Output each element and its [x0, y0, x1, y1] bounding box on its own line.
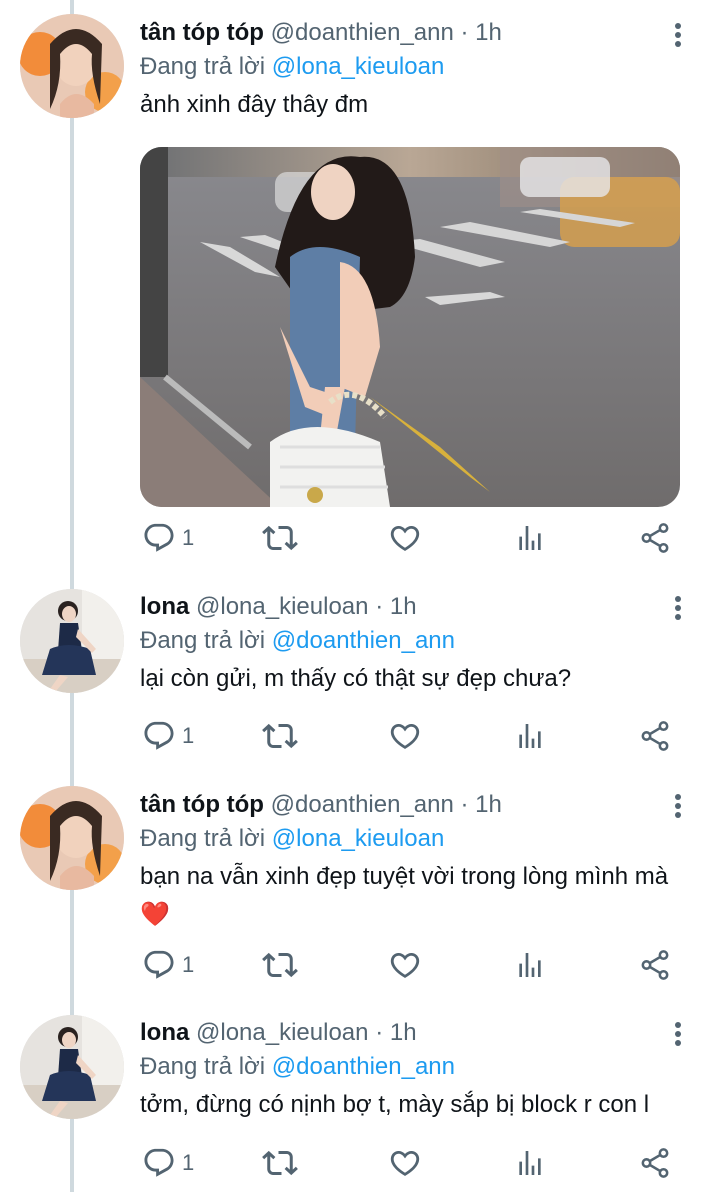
timestamp[interactable]: 1h	[390, 593, 417, 620]
views-button[interactable]	[514, 716, 546, 756]
reply-count: 1	[182, 1150, 195, 1175]
avatar-lona[interactable]	[20, 1015, 124, 1119]
share-icon	[641, 523, 669, 553]
timestamp[interactable]: 1h	[475, 791, 502, 818]
share-button[interactable]	[638, 518, 672, 558]
like-button[interactable]	[388, 518, 422, 558]
tweet-text: bạn na vẫn xinh đẹp tuyệt vời trong lòng…	[140, 863, 669, 890]
analytics-icon	[519, 724, 541, 748]
mention-link[interactable]: @doanthien_ann	[272, 627, 455, 654]
handle[interactable]: @lona_kieuloan	[196, 1019, 369, 1046]
more-vertical-icon[interactable]	[672, 1019, 684, 1049]
views-button[interactable]	[514, 1143, 546, 1183]
action-bar: 1	[140, 716, 680, 756]
share-icon	[641, 1148, 669, 1178]
action-bar: 1	[140, 945, 680, 985]
replying-to-label: Đang trả lời	[140, 1053, 266, 1080]
mention-link[interactable]: @lona_kieuloan	[272, 825, 445, 852]
replying-to-label: Đang trả lời	[140, 53, 266, 80]
retweet-button[interactable]	[262, 945, 298, 985]
handle[interactable]: @doanthien_ann	[271, 19, 454, 46]
display-name[interactable]: lona	[140, 593, 189, 620]
retweet-icon	[262, 952, 298, 978]
views-button[interactable]	[514, 945, 546, 985]
avatar-doanthien[interactable]	[20, 786, 124, 890]
replying-to-label: Đang trả lời	[140, 627, 266, 654]
share-button[interactable]	[638, 1143, 672, 1183]
timestamp[interactable]: 1h	[390, 1019, 417, 1046]
heart-icon	[390, 1150, 420, 1176]
display-name[interactable]: lona	[140, 1019, 189, 1046]
analytics-icon	[519, 526, 541, 550]
retweet-icon	[262, 1150, 298, 1176]
separator-dot: ·	[460, 791, 469, 818]
display-name[interactable]: tân tóp tóp	[140, 19, 264, 46]
mention-link[interactable]: @doanthien_ann	[272, 1053, 455, 1080]
more-vertical-icon[interactable]	[672, 593, 684, 623]
retweet-button[interactable]	[262, 1143, 298, 1183]
handle[interactable]: @doanthien_ann	[271, 791, 454, 818]
separator-dot: ·	[375, 1019, 384, 1046]
separator-dot: ·	[375, 593, 384, 620]
separator-dot: ·	[460, 19, 469, 46]
timestamp[interactable]: 1h	[475, 19, 502, 46]
retweet-button[interactable]	[262, 716, 298, 756]
avatar-doanthien[interactable]	[20, 14, 124, 118]
more-vertical-icon[interactable]	[672, 791, 684, 821]
share-button[interactable]	[638, 945, 672, 985]
share-icon	[641, 950, 669, 980]
heart-icon	[390, 525, 420, 551]
analytics-icon	[519, 1151, 541, 1175]
like-button[interactable]	[388, 1143, 422, 1183]
tweet-text: ảnh xinh đây thây đm	[140, 91, 369, 118]
share-icon	[641, 721, 669, 751]
retweet-icon	[262, 525, 298, 551]
action-bar: 1	[140, 1143, 680, 1183]
like-button[interactable]	[388, 716, 422, 756]
retweet-button[interactable]	[262, 518, 298, 558]
reply-icon	[144, 721, 174, 750]
analytics-icon	[519, 953, 541, 977]
reply-count: 1	[182, 525, 195, 550]
tweet-text: lại còn gửi, m thấy có thật sự đẹp chưa?	[140, 665, 572, 692]
replying-to-label: Đang trả lời	[140, 825, 266, 852]
tweet-text: tởm, đừng có nịnh bợ t, mày sắp bị block…	[140, 1091, 650, 1118]
reply-count: 1	[182, 952, 195, 977]
tweet-photo[interactable]	[140, 147, 680, 507]
reply-icon	[144, 523, 174, 552]
reply-button[interactable]: 1	[142, 945, 194, 985]
reply-icon	[144, 950, 174, 979]
retweet-icon	[262, 723, 298, 749]
views-button[interactable]	[514, 518, 546, 558]
reply-count: 1	[182, 723, 195, 748]
heart-icon	[390, 723, 420, 749]
red-heart-emoji: ❤️	[140, 901, 170, 928]
reply-button[interactable]: 1	[142, 518, 194, 558]
display-name[interactable]: tân tóp tóp	[140, 791, 264, 818]
reply-button[interactable]: 1	[142, 1143, 194, 1183]
reply-button[interactable]: 1	[142, 716, 194, 756]
more-vertical-icon[interactable]	[672, 20, 684, 50]
heart-icon	[390, 952, 420, 978]
action-bar: 1	[140, 518, 680, 558]
share-button[interactable]	[638, 716, 672, 756]
reply-icon	[144, 1148, 174, 1177]
like-button[interactable]	[388, 945, 422, 985]
mention-link[interactable]: @lona_kieuloan	[272, 53, 445, 80]
avatar-lona[interactable]	[20, 589, 124, 693]
handle[interactable]: @lona_kieuloan	[196, 593, 369, 620]
